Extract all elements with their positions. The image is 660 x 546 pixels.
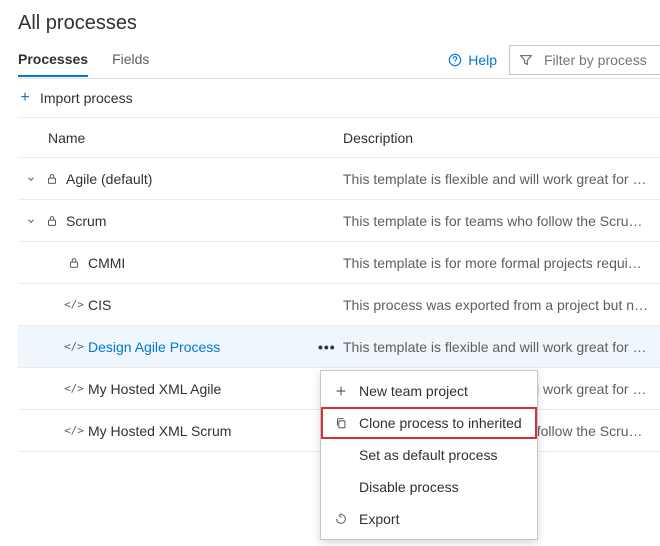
name-cell: Agile (default) [18,171,343,187]
description-cell: This template is flexible and will work … [343,339,660,355]
xml-icon: </> [66,297,82,313]
process-name[interactable]: Design Agile Process [88,339,220,355]
menu-label: Export [359,511,399,527]
chevron-down-icon[interactable] [24,214,38,228]
menu-label: Disable process [359,479,459,495]
help-icon [447,52,463,68]
copy-icon [333,415,349,431]
process-name: Scrum [66,213,106,229]
name-cell: CMMI [18,255,343,271]
col-name[interactable]: Name [18,130,343,146]
process-name: CMMI [88,255,125,271]
menu-label: Clone process to inherited [359,415,522,431]
help-link[interactable]: Help [447,52,497,68]
filter-box[interactable] [509,45,660,75]
export-icon [333,511,349,527]
table-row[interactable]: </> Design Agile Process ••• This template … [18,326,660,368]
toolbar: Processes Fields Help [18,41,660,79]
more-actions-button[interactable]: ••• [318,339,336,355]
blank-icon [333,479,349,495]
xml-icon: </> [66,339,82,355]
menu-label: New team project [359,383,468,399]
lock-icon [66,255,82,271]
blank-icon [333,447,349,463]
name-cell: </> My Hosted XML Scrum [18,423,343,439]
import-label: Import process [40,90,133,106]
name-cell: </> Design Agile Process [18,339,343,355]
menu-label: Set as default process [359,447,498,463]
context-menu: New team project Clone process to inheri… [320,370,538,540]
table-header: Name Description [18,118,660,158]
lock-icon [44,213,60,229]
description-cell: This process was exported from a project… [343,297,660,313]
plus-icon: + [18,89,32,107]
menu-set-default[interactable]: Set as default process [321,439,537,471]
filter-icon [518,52,534,68]
col-description[interactable]: Description [343,130,660,146]
process-name: Agile (default) [66,171,152,187]
menu-export[interactable]: Export [321,503,537,535]
description-cell: This template is for more formal project… [343,255,660,271]
table-row[interactable]: Agile (default) This template is flexible… [18,158,660,200]
name-cell: Scrum [18,213,343,229]
tab-fields[interactable]: Fields [112,42,149,77]
chevron-down-icon[interactable] [24,172,38,186]
plus-icon [333,383,349,399]
process-name: My Hosted XML Agile [88,381,221,397]
process-name: CIS [88,297,111,313]
tabs: Processes Fields [18,42,149,77]
xml-icon: </> [66,423,82,439]
table-row[interactable]: </> CIS This process was exported from a p… [18,284,660,326]
name-cell: </> My Hosted XML Agile [18,381,343,397]
description-cell: This template is flexible and will work … [343,171,660,187]
tab-processes[interactable]: Processes [18,42,88,77]
description-cell: This template is for teams who follow th… [343,213,660,229]
table-row[interactable]: CMMI This template is for more formal pro… [18,242,660,284]
help-label: Help [468,52,497,68]
menu-clone-to-inherited[interactable]: Clone process to inherited [321,407,537,439]
lock-icon [44,171,60,187]
page-title: All processes [18,12,660,35]
table-row[interactable]: Scrum This template is for teams who foll… [18,200,660,242]
import-process-button[interactable]: + Import process [18,79,660,118]
menu-disable-process[interactable]: Disable process [321,471,537,503]
menu-new-team-project[interactable]: New team project [321,375,537,407]
process-name: My Hosted XML Scrum [88,423,231,439]
xml-icon: </> [66,381,82,397]
name-cell: </> CIS [18,297,343,313]
filter-input[interactable] [542,51,652,69]
